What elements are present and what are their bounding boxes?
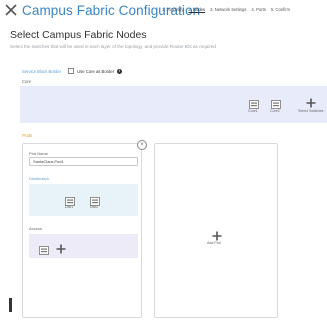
step-confirm[interactable]: 5. Confirm — [271, 7, 290, 12]
step-topology[interactable]: 1. Topology — [162, 7, 183, 12]
switch-icon[interactable] — [271, 96, 281, 109]
step-network-settings[interactable]: 3. Network Settings — [210, 7, 246, 12]
pod-name-label: Pod Name — [29, 151, 48, 156]
switch-icon[interactable] — [90, 193, 100, 206]
distribution-label: Distribution — [29, 176, 50, 181]
plus-icon[interactable] — [306, 95, 316, 108]
close-icon[interactable] — [4, 3, 18, 17]
core-panel: Core1 Core2 Select Switches — [20, 86, 327, 123]
use-core-as-border-label: Use Core as Border — [77, 68, 115, 74]
switch-icon[interactable] — [39, 242, 49, 255]
add-pod-label[interactable]: Add Pod — [207, 241, 221, 245]
service-block-label: Service Block Border — [22, 68, 62, 74]
core-device-name: Core1 — [248, 109, 258, 113]
select-switches-label[interactable]: Select Switches — [298, 109, 323, 113]
page-subtitle: Select the switches that will be used in… — [10, 44, 216, 49]
use-core-as-border-checkbox[interactable] — [68, 68, 75, 74]
distribution-device-name: Dist1 — [65, 205, 74, 209]
switch-icon[interactable] — [65, 193, 75, 206]
pod-name-input[interactable] — [29, 157, 138, 166]
wizard-header: Campus Fabric Configuration 1. Topology … — [0, 0, 327, 22]
pods-label: Pods — [22, 133, 33, 138]
core-device-name: Core2 — [270, 109, 280, 113]
plus-icon[interactable] — [212, 228, 222, 241]
distribution-panel: Dist1 Dist2 — [29, 184, 138, 216]
service-block-row: Service Block Border Use Core as Border … — [22, 68, 123, 74]
step-ports[interactable]: 4. Ports — [251, 7, 265, 12]
wizard-steps: 1. Topology 2. Nodes 3. Network Settings… — [162, 7, 290, 12]
info-icon[interactable]: i — [117, 68, 123, 74]
close-icon[interactable]: × — [137, 140, 147, 150]
access-panel — [29, 234, 138, 258]
scrollbar-handle[interactable] — [9, 298, 12, 312]
page-title: Select Campus Fabric Nodes — [10, 29, 147, 41]
core-label: Core — [22, 79, 32, 84]
access-label: Access — [29, 226, 42, 231]
step-nodes[interactable]: 2. Nodes — [188, 7, 205, 12]
distribution-device-name: Dist2 — [90, 205, 99, 209]
add-pod-card[interactable]: Add Pod — [154, 143, 278, 318]
plus-icon[interactable] — [56, 241, 66, 254]
switch-icon[interactable] — [249, 96, 259, 109]
